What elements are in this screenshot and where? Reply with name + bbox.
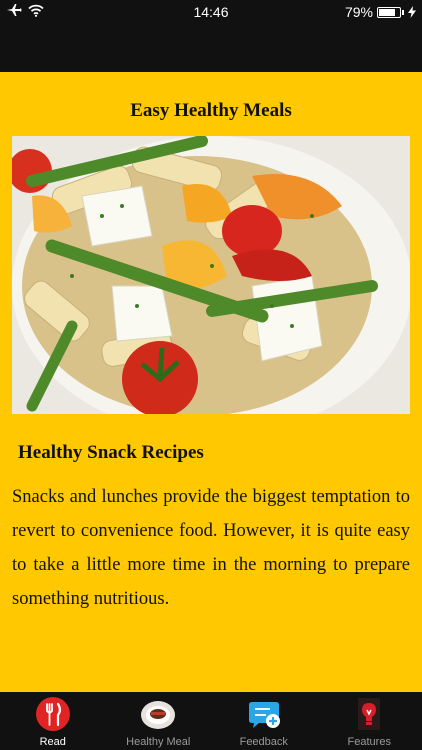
content-area: Easy Healthy Meals Healthy Snack Recipes… xyxy=(0,72,422,692)
tab-bar: Read Healthy Meal Feedback Features xyxy=(0,692,422,750)
status-bar: 14:46 79% xyxy=(0,0,422,24)
tab-read-label: Read xyxy=(39,736,66,748)
tab-healthy-meal-label: Healthy Meal xyxy=(126,736,191,748)
battery-percent: 79% xyxy=(344,4,373,20)
pasta-salad-illustration xyxy=(12,136,410,414)
tab-features-label: Features xyxy=(347,736,391,748)
tab-features[interactable]: Features xyxy=(317,692,422,750)
tab-feedback-label: Feedback xyxy=(239,736,288,748)
article-body: Snacks and lunches provide the biggest t… xyxy=(12,487,410,609)
chat-plus-icon xyxy=(248,702,280,728)
tab-healthy-meal[interactable]: Healthy Meal xyxy=(106,692,212,750)
tab-feedback[interactable]: Feedback xyxy=(211,692,317,750)
nav-header xyxy=(0,24,422,72)
lightbulb-icon xyxy=(358,698,381,730)
status-right: 79% xyxy=(345,4,416,20)
fork-knife-icon xyxy=(35,697,70,731)
battery-icon xyxy=(377,6,401,18)
page-title: Easy Healthy Meals xyxy=(130,100,292,121)
food-photo xyxy=(12,136,410,414)
section-title: Healthy Snack Recipes xyxy=(18,442,204,463)
battery-tip xyxy=(402,9,404,15)
tab-read[interactable]: Read xyxy=(0,692,106,750)
charging-bolt-icon xyxy=(408,6,416,18)
battery-fill xyxy=(379,8,395,16)
meal-plate-icon xyxy=(141,701,176,729)
